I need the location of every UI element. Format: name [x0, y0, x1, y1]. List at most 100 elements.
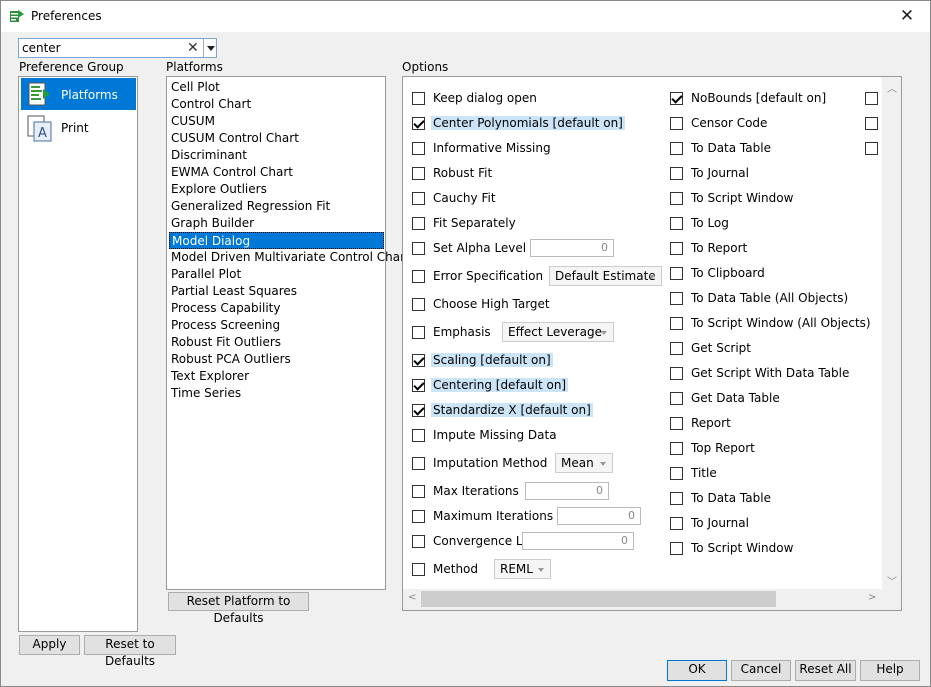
option-checkbox[interactable]: [670, 442, 683, 455]
platform-item[interactable]: Partial Least Squares: [169, 283, 384, 300]
option-select[interactable]: REML: [494, 559, 551, 579]
option-checkbox[interactable]: [412, 117, 425, 130]
option-checkbox[interactable]: [412, 192, 425, 205]
option-label: Fit Separately: [433, 216, 516, 230]
reset-to-defaults-button[interactable]: Reset to Defaults: [84, 635, 176, 668]
platform-item[interactable]: Parallel Plot: [169, 266, 384, 283]
platform-item[interactable]: EWMA Control Chart: [169, 164, 384, 181]
option-checkbox[interactable]: [670, 292, 683, 305]
ok-button[interactable]: OK: [667, 660, 727, 681]
option-checkbox[interactable]: [412, 142, 425, 155]
platform-item[interactable]: Model Dialog: [169, 232, 384, 249]
option-checkbox[interactable]: [670, 417, 683, 430]
option-checkbox[interactable]: [412, 535, 425, 548]
horizontal-scrollbar[interactable]: < >: [403, 589, 901, 610]
option-number-input[interactable]: 0: [530, 239, 614, 257]
platform-item[interactable]: Model Driven Multivariate Control Chart: [169, 249, 410, 266]
option-checkbox[interactable]: [670, 92, 683, 105]
group-item-print[interactable]: A Print: [21, 111, 136, 143]
platform-item[interactable]: Generalized Regression Fit: [169, 198, 384, 215]
platform-item[interactable]: Explore Outliers: [169, 181, 384, 198]
option-checkbox[interactable]: [670, 392, 683, 405]
option-checkbox[interactable]: [865, 142, 878, 155]
option-checkbox[interactable]: [412, 485, 425, 498]
option-checkbox[interactable]: [412, 510, 425, 523]
option-label: To Clipboard: [691, 266, 765, 280]
option-select[interactable]: Effect Leverage: [502, 322, 614, 342]
platform-item[interactable]: Text Explorer: [169, 368, 384, 385]
option-label: Scaling [default on]: [431, 353, 553, 367]
platform-item[interactable]: Cell Plot: [169, 79, 384, 96]
group-item-platforms[interactable]: Platforms: [21, 78, 136, 110]
option-number-input[interactable]: 0: [525, 482, 609, 500]
vertical-scrollbar[interactable]: ︿ ﹀: [882, 77, 901, 589]
option-checkbox[interactable]: [412, 270, 425, 283]
platform-item[interactable]: CUSUM Control Chart: [169, 130, 384, 147]
option-checkbox[interactable]: [412, 217, 425, 230]
cancel-button[interactable]: Cancel: [731, 660, 791, 681]
search-dropdown-icon[interactable]: [203, 39, 218, 57]
help-button[interactable]: Help: [860, 660, 920, 681]
option-select[interactable]: Mean: [555, 453, 613, 473]
platform-item[interactable]: Robust PCA Outliers: [169, 351, 384, 368]
option-checkbox[interactable]: [670, 317, 683, 330]
option-checkbox[interactable]: [670, 342, 683, 355]
option-select[interactable]: Default Estimate: [549, 266, 662, 286]
apply-button[interactable]: Apply: [19, 635, 80, 655]
option-checkbox[interactable]: [670, 242, 683, 255]
option-number-input[interactable]: 0: [557, 507, 641, 525]
option-checkbox[interactable]: [670, 492, 683, 505]
reset-all-button[interactable]: Reset All: [795, 660, 856, 681]
option-checkbox[interactable]: [412, 167, 425, 180]
platform-item[interactable]: Time Series: [169, 385, 384, 402]
close-icon[interactable]: ✕: [884, 1, 930, 32]
scroll-down-icon[interactable]: ﹀: [887, 573, 897, 588]
option-checkbox[interactable]: [670, 192, 683, 205]
reset-platform-button[interactable]: Reset Platform to Defaults: [168, 592, 309, 625]
option-checkbox[interactable]: [670, 167, 683, 180]
option-checkbox[interactable]: [670, 467, 683, 480]
option-checkbox[interactable]: [670, 117, 683, 130]
option-checkbox[interactable]: [412, 242, 425, 255]
option-checkbox[interactable]: [670, 367, 683, 380]
option-label: To Data Table: [691, 491, 771, 505]
option-checkbox[interactable]: [412, 326, 425, 339]
search-input[interactable]: [22, 40, 182, 56]
clear-search-icon[interactable]: ✕: [187, 39, 199, 57]
platform-item[interactable]: CUSUM: [169, 113, 384, 130]
platform-item[interactable]: Control Chart: [169, 96, 384, 113]
option-checkbox[interactable]: [412, 563, 425, 576]
option-checkbox[interactable]: [412, 429, 425, 442]
option-label: To Data Table (All Objects): [691, 291, 849, 305]
scroll-up-icon[interactable]: ︿: [887, 80, 897, 95]
option-checkbox[interactable]: [412, 354, 425, 367]
platform-item[interactable]: Graph Builder: [169, 215, 384, 232]
scroll-left-icon[interactable]: <: [408, 592, 416, 603]
svg-text:A: A: [38, 126, 47, 141]
horizontal-scroll-thumb[interactable]: [421, 591, 776, 607]
option-checkbox[interactable]: [412, 404, 425, 417]
option-checkbox[interactable]: [412, 298, 425, 311]
option-checkbox[interactable]: [670, 217, 683, 230]
group-item-label: Platforms: [61, 88, 118, 102]
option-label: To Script Window: [691, 541, 794, 555]
platform-item[interactable]: Discriminant: [169, 147, 384, 164]
option-checkbox[interactable]: [412, 92, 425, 105]
option-label: Get Script With Data Table: [691, 366, 850, 380]
option-checkbox[interactable]: [670, 542, 683, 555]
option-checkbox[interactable]: [670, 267, 683, 280]
platform-item[interactable]: Process Screening: [169, 317, 384, 334]
option-label: Center Polynomials [default on]: [431, 116, 625, 130]
platform-item[interactable]: Robust Fit Outliers: [169, 334, 384, 351]
scroll-right-icon[interactable]: >: [868, 592, 876, 603]
option-checkbox[interactable]: [670, 142, 683, 155]
option-label: To Journal: [691, 166, 749, 180]
option-checkbox[interactable]: [412, 379, 425, 392]
search-box[interactable]: ✕: [18, 38, 217, 58]
option-checkbox[interactable]: [865, 117, 878, 130]
option-checkbox[interactable]: [865, 92, 878, 105]
option-number-input[interactable]: 0: [522, 532, 634, 550]
option-checkbox[interactable]: [412, 457, 425, 470]
platform-item[interactable]: Process Capability: [169, 300, 384, 317]
option-checkbox[interactable]: [670, 517, 683, 530]
